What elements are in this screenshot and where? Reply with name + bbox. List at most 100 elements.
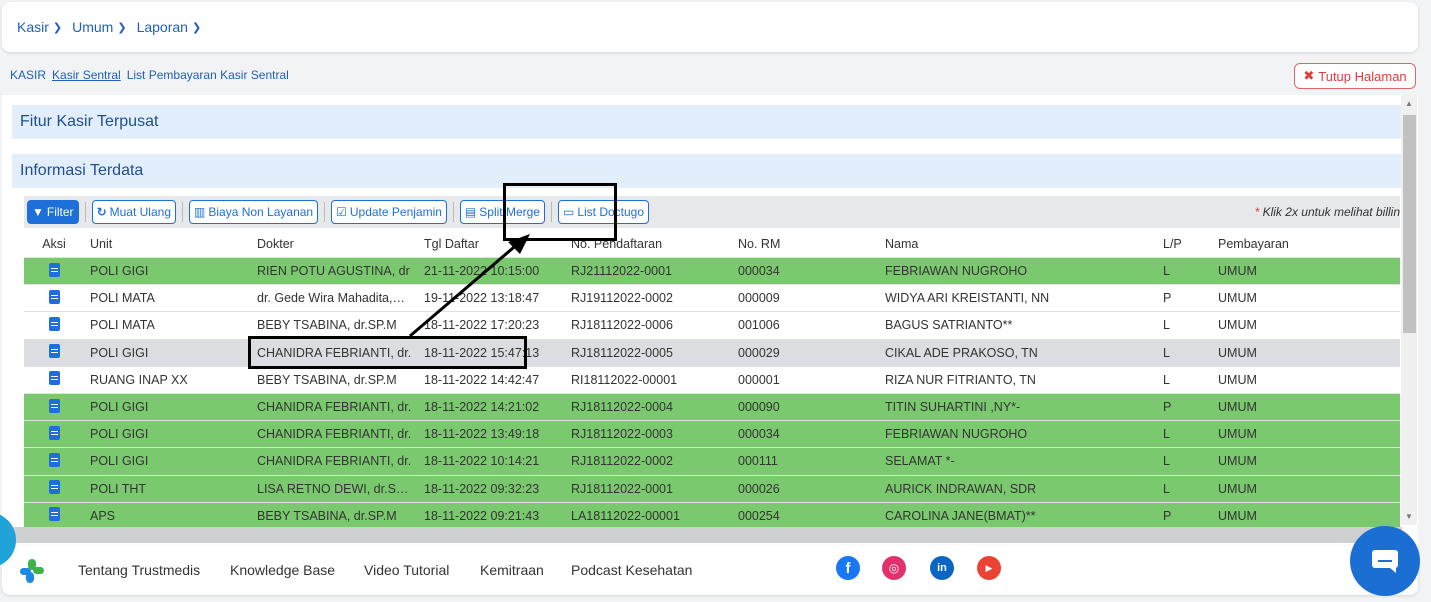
col-lp[interactable]: L/P	[1157, 237, 1212, 251]
scroll-up-icon[interactable]: ▲	[1405, 99, 1413, 108]
cell-lp: L	[1163, 481, 1170, 496]
section-fitur-kasir[interactable]: Fitur Kasir Terpusat	[12, 105, 1404, 139]
cell-nama: SELAMAT *-	[885, 454, 955, 469]
trustmedis-logo-icon	[20, 559, 44, 583]
document-icon[interactable]	[48, 425, 60, 440]
non-service-fee-label: Biaya Non Layanan	[208, 205, 314, 219]
cell-no-rm: 000034	[738, 427, 780, 442]
menu-umum[interactable]: Umum ❯	[72, 19, 126, 35]
cell-lp: L	[1163, 427, 1170, 442]
cell-dokter: CHANIDRA FEBRIANTI, dr.	[257, 400, 412, 415]
menu-kasir-label: Kasir	[17, 19, 49, 35]
cell-no-pendaftaran: LA18112022-00001	[571, 508, 680, 523]
document-icon[interactable]	[48, 507, 60, 522]
cell-no-pendaftaran: RJ19112022-0002	[571, 291, 673, 306]
document-icon[interactable]	[48, 316, 60, 331]
cell-aksi	[24, 480, 84, 497]
payment-table: Aksi Unit Dokter Tgl Daftar No. Pendafta…	[24, 231, 1400, 530]
horizontal-scrollbar[interactable]	[2, 527, 1402, 543]
update-guarantor-button[interactable]: ☑ Update Penjamin	[331, 200, 447, 224]
document-icon[interactable]	[48, 480, 60, 495]
cell-nama: RIZA NUR FITRIANTO, TN	[885, 372, 1036, 387]
table-row[interactable]: POLI GIGI CHANIDRA FEBRIANTI, dr. 18-11-20…	[24, 421, 1400, 449]
table-row[interactable]: POLI GIGI RIEN POTU AGUSTINA, dr 21-11-202…	[24, 258, 1400, 286]
reload-button[interactable]: ↻ Muat Ulang	[91, 200, 176, 224]
table-row[interactable]: POLI GIGI CHANIDRA FEBRIANTI, dr. 18-11-20…	[24, 393, 1400, 422]
close-page-button[interactable]: ✖ Tutup Halaman	[1294, 63, 1416, 89]
cell-unit: POLI GIGI	[90, 345, 149, 360]
filter-button[interactable]: ▼ Filter	[27, 200, 79, 224]
breadcrumb-current[interactable]: Kasir Sentral	[52, 68, 121, 82]
table-row[interactable]: RUANG INAP XX BEBY TSABINA, dr.SP.M 18-11-…	[24, 366, 1400, 394]
footer-link-about[interactable]: Tentang Trustmedis	[78, 562, 200, 578]
non-service-fee-button[interactable]: ▥ Biaya Non Layanan	[189, 200, 319, 224]
table-row[interactable]: POLI THT LISA RETNO DEWI, dr.S… 18-11-2022…	[24, 475, 1400, 503]
cell-no-rm: 000034	[738, 264, 780, 279]
reload-label: Muat Ulang	[109, 205, 171, 219]
document-icon[interactable]	[48, 371, 60, 386]
filter-label: Filter	[46, 205, 74, 219]
cell-dokter: CHANIDRA FEBRIANTI, dr.	[257, 427, 412, 442]
toolbar-divider	[324, 202, 326, 222]
update-guarantor-label: Update Penjamin	[349, 205, 442, 219]
table-row[interactable]: POLI GIGI CHANIDRA FEBRIANTI, dr. 18-11-20…	[24, 339, 1400, 367]
col-dokter[interactable]: Dokter	[251, 237, 418, 251]
col-aksi[interactable]: Aksi	[24, 237, 84, 251]
cell-dokter: CHANIDRA FEBRIANTI, dr.	[257, 345, 412, 360]
instagram-icon[interactable]: ◎	[882, 556, 906, 580]
table-row[interactable]: POLI MATA dr. Gede Wira Mahadita,… 19-11-2…	[24, 285, 1400, 313]
toolbar-divider	[452, 202, 454, 222]
cell-nama: AURICK INDRAWAN, SDR	[885, 481, 1037, 496]
monitor-icon: ▭	[562, 205, 575, 219]
document-icon[interactable]	[48, 344, 60, 359]
cell-pembayaran: UMUM	[1218, 372, 1257, 387]
footer-link-podcast[interactable]: Podcast Kesehatan	[571, 562, 692, 578]
footer-link-video-tutorial[interactable]: Video Tutorial	[364, 562, 449, 578]
cell-lp: P	[1163, 291, 1172, 306]
cell-lp: L	[1163, 318, 1170, 333]
cell-no-pendaftaran: RJ18112022-0001	[571, 481, 673, 496]
cell-lp: L	[1163, 264, 1170, 279]
footer-link-knowledge-base[interactable]: Knowledge Base	[230, 562, 335, 578]
table-row[interactable]: APS BEBY TSABINA, dr.SP.M 18-11-2022 09:21…	[24, 502, 1400, 530]
list-doctugo-label: List Doctugo	[577, 205, 645, 219]
cell-no-pendaftaran: RJ18112022-0002	[571, 454, 673, 469]
cell-tgl-daftar: 18-11-2022 09:32:23	[424, 481, 540, 496]
document-icon[interactable]	[48, 262, 60, 277]
menu-laporan[interactable]: Laporan ❯	[137, 19, 202, 35]
document-icon[interactable]	[48, 398, 60, 413]
cell-pembayaran: UMUM	[1218, 345, 1257, 360]
table-row[interactable]: POLI GIGI CHANIDRA FEBRIANTI, dr. 18-11-20…	[24, 448, 1400, 476]
section-informasi-terdata[interactable]: Informasi Terdata	[12, 154, 1404, 188]
document-icon[interactable]	[48, 289, 60, 304]
list-doctugo-button[interactable]: ▭ List Doctugo	[557, 200, 650, 224]
columns-icon: ▥	[194, 205, 206, 219]
chat-button[interactable]	[1350, 526, 1420, 596]
linkedin-icon[interactable]: in	[930, 556, 954, 580]
cell-dokter: BEBY TSABINA, dr.SP.M	[257, 318, 397, 333]
cell-no-rm: 000001	[738, 372, 780, 387]
cell-no-pendaftaran: RJ18112022-0006	[571, 318, 673, 333]
split-merge-button[interactable]: ▤ Split/Merge	[459, 200, 545, 224]
chevron-down-icon: ❯	[117, 21, 127, 34]
breadcrumb-root[interactable]: KASIR	[10, 68, 46, 82]
col-unit[interactable]: Unit	[84, 237, 251, 251]
cell-no-rm: 000090	[738, 400, 780, 415]
col-no-pendaftaran[interactable]: No. Pendaftaran	[565, 237, 732, 251]
scrollbar-thumb[interactable]	[1403, 115, 1416, 333]
col-no-rm[interactable]: No. RM	[732, 237, 879, 251]
toolbar-divider	[182, 202, 183, 222]
footer-link-partnership[interactable]: Kemitraan	[480, 562, 544, 578]
menu-kasir[interactable]: Kasir ❯	[17, 19, 62, 35]
vertical-scrollbar[interactable]: ▲ ▼	[1401, 95, 1417, 525]
youtube-icon[interactable]: ▶	[977, 556, 1001, 580]
cell-lp: L	[1163, 345, 1170, 360]
document-icon[interactable]	[48, 452, 60, 467]
col-pembayaran[interactable]: Pembayaran	[1212, 237, 1400, 251]
scroll-down-icon[interactable]: ▼	[1405, 512, 1413, 521]
cell-lp: L	[1163, 372, 1170, 387]
facebook-icon[interactable]: f	[836, 556, 860, 580]
col-nama[interactable]: Nama	[879, 237, 1157, 251]
breadcrumb: KASIR Kasir Sentral List Pembayaran Kasi…	[10, 68, 289, 82]
table-row[interactable]: POLI MATA BEBY TSABINA, dr.SP.M 18-11-2022…	[24, 312, 1400, 340]
